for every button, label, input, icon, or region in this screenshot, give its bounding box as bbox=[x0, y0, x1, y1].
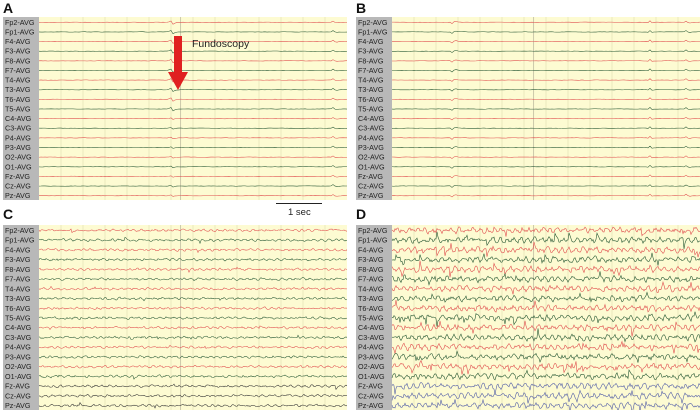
channel-label: T3-AVG bbox=[5, 294, 31, 303]
channel-label: Fz-AVG bbox=[358, 382, 383, 391]
channel-label: F7-AVG bbox=[5, 275, 31, 284]
channel-label: Cz-AVG bbox=[358, 391, 384, 400]
channel-label: F8-AVG bbox=[358, 56, 384, 65]
channel-label: Fz-AVG bbox=[358, 172, 383, 181]
eeg-trace-area-c: Fp2-AVGFp1-AVGF4-AVGF3-AVGF8-AVGF7-AVGT4… bbox=[3, 225, 347, 410]
channel-label: Cz-AVG bbox=[358, 182, 384, 191]
channel-label: T5-AVG bbox=[358, 104, 384, 113]
channel-label: Fp1-AVG bbox=[358, 27, 388, 36]
channel-label: F3-AVG bbox=[358, 47, 384, 56]
channel-label: O2-AVG bbox=[358, 153, 385, 162]
channel-label: C3-AVG bbox=[358, 124, 385, 133]
channel-label: F4-AVG bbox=[358, 245, 384, 254]
channel-label: F8-AVG bbox=[5, 56, 31, 65]
channel-label: O2-AVG bbox=[5, 362, 32, 371]
eeg-trace-area-b: Fp2-AVGFp1-AVGF4-AVGF3-AVGF8-AVGF7-AVGT4… bbox=[356, 17, 700, 200]
channel-label: C4-AVG bbox=[5, 323, 32, 332]
channel-label: T4-AVG bbox=[358, 76, 384, 85]
channel-label: Cz-AVG bbox=[5, 182, 31, 191]
channel-label: O1-AVG bbox=[358, 372, 385, 381]
channel-label: Cz-AVG bbox=[5, 391, 31, 400]
channel-label: P3-AVG bbox=[358, 143, 384, 152]
channel-label: F8-AVG bbox=[5, 265, 31, 274]
channel-label: P4-AVG bbox=[358, 133, 384, 142]
channel-label: Fp2-AVG bbox=[5, 18, 35, 27]
channel-label: F3-AVG bbox=[358, 255, 384, 264]
channel-label: P3-AVG bbox=[5, 352, 31, 361]
channel-label: P4-AVG bbox=[358, 343, 384, 352]
panel-letter-b: B bbox=[356, 0, 367, 16]
channel-label: T3-AVG bbox=[5, 85, 31, 94]
channel-label: T4-AVG bbox=[5, 76, 31, 85]
channel-label: Pz-AVG bbox=[358, 401, 384, 410]
channel-label: T5-AVG bbox=[358, 313, 384, 322]
channel-label: C4-AVG bbox=[358, 323, 385, 332]
channel-label: F4-AVG bbox=[5, 245, 31, 254]
channel-label: C3-AVG bbox=[5, 333, 32, 342]
channel-label: C3-AVG bbox=[358, 333, 385, 342]
channel-label: Fz-AVG bbox=[5, 382, 30, 391]
channel-label: Fp1-AVG bbox=[5, 236, 35, 245]
channel-label: T5-AVG bbox=[5, 104, 31, 113]
channel-label: C4-AVG bbox=[358, 114, 385, 123]
channel-label: Fp1-AVG bbox=[5, 27, 35, 36]
channel-label: T6-AVG bbox=[5, 95, 31, 104]
channel-label: F7-AVG bbox=[5, 66, 31, 75]
annotation-label: Fundoscopy bbox=[192, 38, 250, 50]
channel-label: P4-AVG bbox=[5, 133, 31, 142]
channel-label: T4-AVG bbox=[358, 284, 384, 293]
scale-bar bbox=[276, 203, 322, 204]
panel-letter-a: A bbox=[3, 0, 14, 16]
channel-label: O1-AVG bbox=[5, 372, 32, 381]
channel-label: P4-AVG bbox=[5, 343, 31, 352]
channel-label: O1-AVG bbox=[358, 162, 385, 171]
eeg-trace-area-d: Fp2-AVGFp1-AVGF4-AVGF3-AVGF8-AVGF7-AVGT4… bbox=[356, 225, 700, 410]
channel-label: T4-AVG bbox=[5, 284, 31, 293]
channel-label: T3-AVG bbox=[358, 85, 384, 94]
channel-label: Pz-AVG bbox=[5, 191, 31, 200]
channel-label: F7-AVG bbox=[358, 275, 384, 284]
panel-letter-c: C bbox=[3, 206, 14, 222]
channel-label: Pz-AVG bbox=[5, 401, 31, 410]
channel-label: C3-AVG bbox=[5, 124, 32, 133]
channel-label: Fp2-AVG bbox=[358, 18, 388, 27]
channel-label: O2-AVG bbox=[358, 362, 385, 371]
channel-label: C4-AVG bbox=[5, 114, 32, 123]
channel-label: F4-AVG bbox=[5, 37, 31, 46]
channel-label: F3-AVG bbox=[5, 47, 31, 56]
channel-label: T6-AVG bbox=[5, 304, 31, 313]
channel-label: Pz-AVG bbox=[358, 191, 384, 200]
channel-label: F7-AVG bbox=[358, 66, 384, 75]
channel-label: F8-AVG bbox=[358, 265, 384, 274]
channel-label: F4-AVG bbox=[358, 37, 384, 46]
channel-label: T6-AVG bbox=[358, 95, 384, 104]
channel-label: P3-AVG bbox=[5, 143, 31, 152]
channel-label: P3-AVG bbox=[358, 352, 384, 361]
channel-label: O1-AVG bbox=[5, 162, 32, 171]
channel-label: O2-AVG bbox=[5, 153, 32, 162]
channel-label: T5-AVG bbox=[5, 313, 31, 322]
channel-label: Fp2-AVG bbox=[358, 226, 388, 235]
channel-label: T3-AVG bbox=[358, 294, 384, 303]
channel-label: Fp2-AVG bbox=[5, 226, 35, 235]
channel-label: F3-AVG bbox=[5, 255, 31, 264]
down-arrow-icon bbox=[168, 36, 188, 90]
panel-letter-d: D bbox=[356, 206, 367, 222]
channel-label: T6-AVG bbox=[358, 304, 384, 313]
scale-bar-label: 1 sec bbox=[288, 207, 311, 218]
channel-label: Fz-AVG bbox=[5, 172, 30, 181]
channel-label: Fp1-AVG bbox=[358, 236, 388, 245]
